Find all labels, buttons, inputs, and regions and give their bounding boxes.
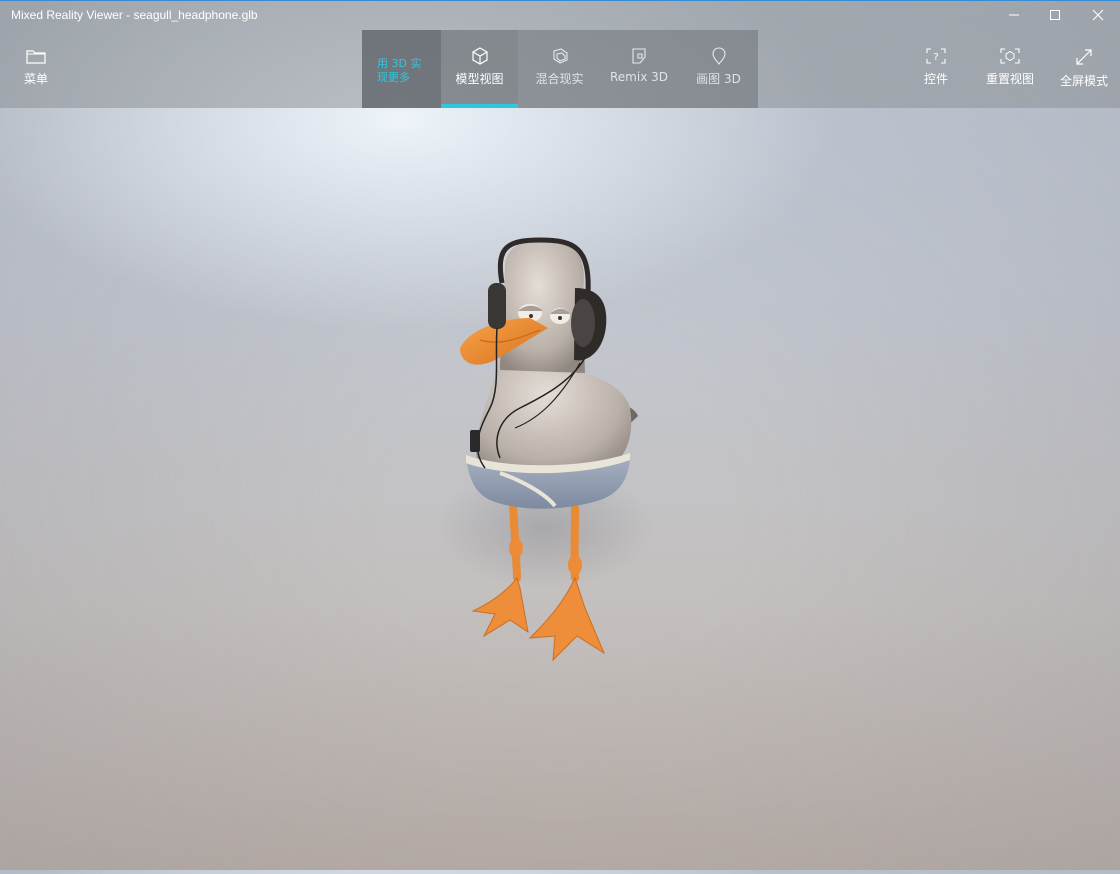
fullscreen-icon — [1076, 49, 1092, 65]
window-accent-line — [0, 0, 1120, 1]
tab-label: 模型视图 — [455, 72, 504, 86]
close-button[interactable] — [1076, 0, 1120, 30]
tab-mixed-reality[interactable]: 混合现实 — [520, 30, 599, 108]
fullscreen-button[interactable]: 全屏模式 — [1058, 48, 1110, 89]
menu-label: 菜单 — [23, 72, 48, 86]
tab-remix-3d[interactable]: Remix 3D — [599, 30, 679, 108]
maximize-icon — [1050, 10, 1060, 20]
menu-button[interactable]: 菜单 — [20, 48, 52, 87]
cube-icon — [471, 47, 488, 65]
promo-do-more-3d[interactable]: 用 3D 实现更多 — [362, 30, 441, 108]
tab-label: Remix 3D — [610, 70, 668, 84]
reset-view-button[interactable]: 重置视图 — [984, 48, 1036, 87]
controls-button[interactable]: ? 控件 — [918, 48, 954, 87]
promo-text: 用 3D 实现更多 — [377, 57, 422, 84]
fullscreen-label: 全屏模式 — [1059, 74, 1108, 88]
minimize-button[interactable] — [992, 0, 1036, 30]
remix-icon — [632, 48, 646, 64]
controls-label: 控件 — [923, 72, 948, 86]
controls-help-icon: ? — [926, 48, 946, 64]
window-title: Mixed Reality Viewer - seagull_headphone… — [11, 8, 258, 22]
svg-text:?: ? — [933, 52, 938, 63]
reset-view-label: 重置视图 — [985, 72, 1034, 86]
reset-view-icon — [1000, 48, 1020, 64]
minimize-icon — [1009, 14, 1019, 16]
folder-icon — [26, 50, 46, 64]
tab-paint-3d[interactable]: 画图 3D — [679, 30, 758, 108]
paint3d-icon — [711, 47, 726, 65]
tab-model-view[interactable]: 模型视图 — [441, 30, 518, 108]
seagull-model[interactable] — [0, 108, 1120, 870]
maximize-button[interactable] — [1033, 0, 1077, 30]
mixed-reality-icon — [552, 48, 568, 64]
3d-viewport[interactable] — [0, 108, 1120, 870]
close-icon — [1092, 9, 1104, 21]
tab-label: 画图 3D — [696, 72, 741, 86]
tab-label: 混合现实 — [535, 72, 584, 86]
